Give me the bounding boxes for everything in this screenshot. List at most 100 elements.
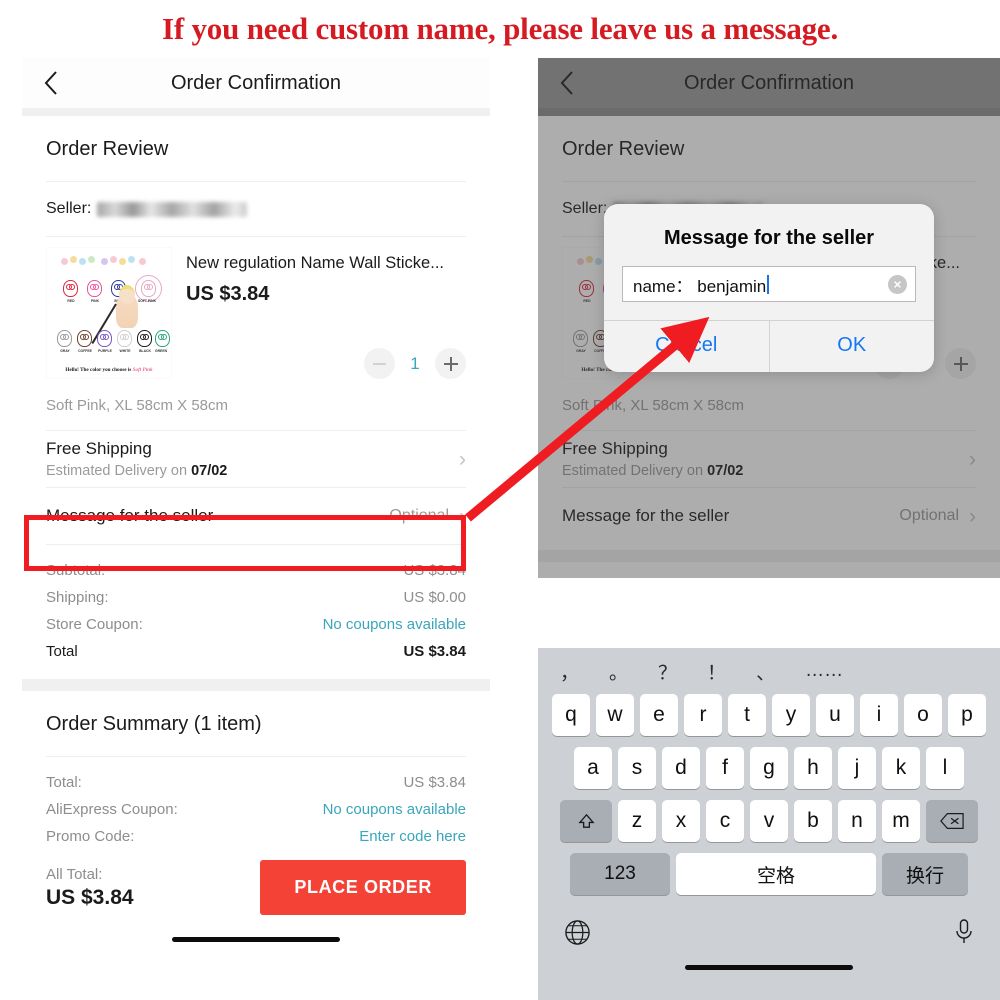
section-gap-right	[538, 550, 1000, 562]
keyboard-row-4: 123 空格 换行	[538, 853, 1000, 895]
promo-banner: If you need custom name, please leave us…	[0, 0, 1000, 58]
seller-row[interactable]: Seller:	[46, 182, 466, 236]
key-y[interactable]: y	[772, 694, 810, 736]
key-x[interactable]: x	[662, 800, 700, 842]
product-thumbnail[interactable]: RED PINK BLUE SOFT PINK GRAY COFFEE PURP…	[46, 247, 172, 379]
page-title-right: Order Confirmation	[683, 71, 855, 94]
shipping-row[interactable]: Free Shipping Estimated Delivery on 07/0…	[46, 431, 466, 487]
summary-line: Promo Code: Enter code here	[46, 828, 466, 845]
shipping-title: Free Shipping	[46, 439, 152, 458]
shipping-subtitle: Estimated Delivery on 07/02	[46, 463, 228, 479]
message-for-seller-value-right: Optional	[899, 507, 959, 524]
dialog-title: Message for the seller	[663, 227, 875, 249]
quantity-stepper[interactable]: 1	[364, 348, 466, 379]
shipping-subtitle-right: Estimated Delivery on 07/02	[562, 463, 744, 479]
navigation-bar-right: Order Confirmation	[538, 58, 1000, 108]
key-e[interactable]: e	[640, 694, 678, 736]
nav-divider	[22, 108, 490, 116]
key-t[interactable]: t	[728, 694, 766, 736]
ok-button[interactable]: OK	[768, 321, 935, 372]
place-order-button[interactable]: PLACE ORDER	[260, 860, 466, 915]
quantity-increase-button-right[interactable]	[945, 348, 976, 379]
key-r[interactable]: r	[684, 694, 722, 736]
key-f[interactable]: f	[706, 747, 744, 789]
product-variant-right: Soft Pink, XL 58cm X 58cm	[562, 397, 745, 414]
product-name: New regulation Name Wall Sticke...	[186, 254, 444, 272]
message-input-field[interactable]: name： benjamin	[622, 266, 916, 302]
key-d[interactable]: d	[662, 747, 700, 789]
store-coupon-link[interactable]: No coupons available	[323, 616, 466, 633]
keyboard-row-2: a s d f g h j k l	[538, 747, 1000, 789]
promo-banner-text: If you need custom name, please leave us…	[161, 11, 839, 46]
key-c[interactable]: c	[706, 800, 744, 842]
navigation-bar: Order Confirmation	[22, 58, 490, 108]
key-p[interactable]: p	[948, 694, 986, 736]
back-button[interactable]	[28, 60, 74, 106]
quantity-decrease-button[interactable]	[364, 348, 395, 379]
punct-key[interactable]: 、	[756, 658, 775, 685]
summary-line: Total: US $3.84	[46, 774, 466, 791]
key-b[interactable]: b	[794, 800, 832, 842]
page-title: Order Confirmation	[170, 71, 342, 94]
backspace-icon[interactable]	[926, 800, 978, 842]
order-review-title-right: Order Review	[562, 138, 685, 160]
key-o[interactable]: o	[904, 694, 942, 736]
punct-key[interactable]: ……	[805, 660, 843, 682]
chevron-right-icon: ›	[459, 447, 466, 471]
message-for-seller-row-right[interactable]: Message for the seller Optional ›	[562, 488, 976, 544]
order-summary-title: Order Summary (1 item)	[46, 713, 262, 735]
key-v[interactable]: v	[750, 800, 788, 842]
shipping-row-right[interactable]: Free Shipping Estimated Delivery on 07/0…	[562, 431, 976, 487]
seller-label-right: Seller:	[562, 200, 608, 217]
punct-key[interactable]: ！	[707, 658, 726, 685]
key-s[interactable]: s	[618, 747, 656, 789]
order-review-section: Order Review Seller: RED PINK SOFT PINK …	[22, 116, 490, 679]
message-input-value[interactable]: name： benjamin	[633, 272, 888, 297]
punct-key[interactable]: ？	[658, 658, 677, 685]
product-item[interactable]: RED PINK BLUE SOFT PINK GRAY COFFEE PURP…	[46, 237, 466, 383]
key-u[interactable]: u	[816, 694, 854, 736]
punct-key[interactable]: ，	[560, 658, 579, 685]
key-g[interactable]: g	[750, 747, 788, 789]
return-key[interactable]: 换行	[882, 853, 968, 895]
key-w[interactable]: w	[596, 694, 634, 736]
back-button-right[interactable]	[544, 60, 590, 106]
key-q[interactable]: q	[552, 694, 590, 736]
key-k[interactable]: k	[882, 747, 920, 789]
all-total-value: US $3.84	[46, 885, 134, 909]
checkout-footer: All Total: US $3.84 PLACE ORDER	[46, 850, 466, 915]
key-m[interactable]: m	[882, 800, 920, 842]
price-line: Shipping: US $0.00	[46, 589, 466, 606]
key-j[interactable]: j	[838, 747, 876, 789]
product-variant: Soft Pink, XL 58cm X 58cm	[46, 397, 229, 414]
globe-icon[interactable]	[564, 919, 591, 951]
space-key[interactable]: 空格	[676, 853, 876, 895]
dialog-actions: Cancel OK	[604, 320, 934, 372]
order-summary-section: Order Summary (1 item) Total: US $3.84 Al…	[22, 691, 490, 942]
section-gap	[22, 679, 490, 691]
microphone-icon[interactable]	[954, 918, 974, 951]
keyboard-bottom-bar	[538, 906, 1000, 951]
promo-code-link[interactable]: Enter code here	[359, 828, 466, 845]
seller-name-blurred	[97, 201, 248, 217]
key-l[interactable]: l	[926, 747, 964, 789]
punct-key[interactable]: 。	[609, 658, 628, 685]
price-line: Store Coupon: No coupons available	[46, 616, 466, 633]
clear-circle-icon[interactable]	[888, 274, 907, 294]
key-a[interactable]: a	[574, 747, 612, 789]
key-h[interactable]: h	[794, 747, 832, 789]
quantity-increase-button[interactable]	[435, 348, 466, 379]
seller-label: Seller:	[46, 200, 92, 217]
highlight-box-message-row	[24, 515, 466, 571]
product-price: US $3.84	[186, 282, 270, 305]
numbers-key[interactable]: 123	[570, 853, 670, 895]
virtual-keyboard: ， 。 ？ ！ 、 …… q w e r t y u i o p a s d f…	[538, 648, 1000, 1000]
all-total: All Total: US $3.84	[46, 866, 134, 910]
cancel-button[interactable]: Cancel	[604, 321, 769, 372]
aliexpress-coupon-link[interactable]: No coupons available	[323, 801, 466, 818]
key-n[interactable]: n	[838, 800, 876, 842]
key-z[interactable]: z	[618, 800, 656, 842]
chevron-right-icon: ›	[969, 447, 976, 471]
key-i[interactable]: i	[860, 694, 898, 736]
shift-arrow-icon[interactable]	[560, 800, 612, 842]
